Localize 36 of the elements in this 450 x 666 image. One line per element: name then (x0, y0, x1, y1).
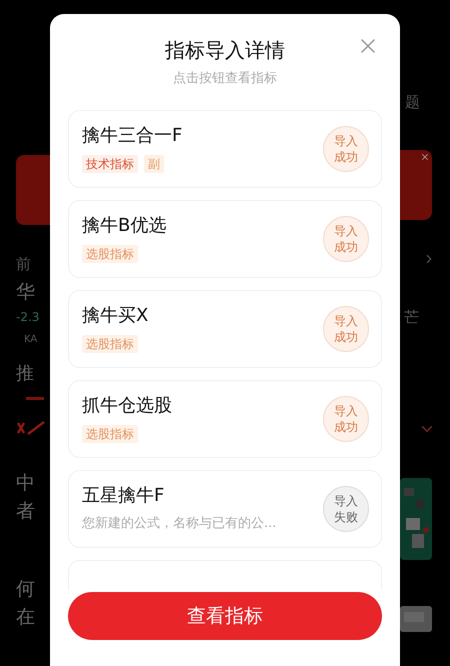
background-text: 者 (16, 502, 36, 524)
error-message: 您新建的公式，名称与已有的公... (82, 515, 278, 533)
status-badge: 导入成功 (323, 216, 369, 262)
background-text: 华 (16, 283, 36, 305)
background-text: KA (23, 335, 38, 347)
indicator-card[interactable]: 五星擒牛F 您新建的公式，名称与已有的公... 导入失败 (68, 470, 382, 548)
indicator-name: 五星擒牛F (82, 485, 166, 507)
status-badge: 导入成功 (323, 126, 369, 172)
indicator-tag: 副 (144, 155, 164, 173)
indicator-card[interactable]: 擒牛买X 选股指标 导入成功 (68, 290, 382, 368)
indicator-tag: 选股指标 (82, 425, 138, 443)
indicator-name: 抓牛仓选股 (82, 395, 173, 417)
indicator-card[interactable]: 擒牛B优选 选股指标 导入成功 (68, 200, 382, 278)
indicator-name: 擒牛B优选 (82, 215, 168, 237)
background-text: 中 (16, 474, 36, 496)
background-text: 何 (16, 580, 36, 602)
status-badge: 导入成功 (323, 306, 369, 352)
indicator-name: 擒牛三合一F (82, 125, 184, 147)
indicator-tag: 选股指标 (82, 335, 138, 353)
indicator-card[interactable]: 抓牛仓选股 选股指标 导入成功 (68, 380, 382, 458)
background-text: 题 (405, 95, 421, 113)
dialog-subtitle: 点击按钮查看指标 (173, 70, 277, 88)
background-text: 推 (16, 365, 35, 386)
indicator-card[interactable]: 擒牛三合一F 技术指标 副 导入成功 (68, 110, 382, 188)
indicator-name: 擒牛买X (82, 305, 150, 327)
close-icon (420, 152, 430, 162)
status-badge: 导入成功 (323, 396, 369, 442)
background-text: 芒 (404, 310, 420, 328)
status-badge: 导入失败 (323, 486, 369, 532)
background-text: 在 (16, 608, 36, 630)
background-text: -2.3 (16, 311, 40, 326)
background-text: 前 (16, 257, 32, 275)
dialog-title: 指标导入详情 (165, 37, 285, 64)
view-indicators-button[interactable]: 查看指标 (68, 592, 382, 640)
indicator-tag: 选股指标 (82, 245, 138, 263)
indicator-tag: 技术指标 (82, 155, 138, 173)
